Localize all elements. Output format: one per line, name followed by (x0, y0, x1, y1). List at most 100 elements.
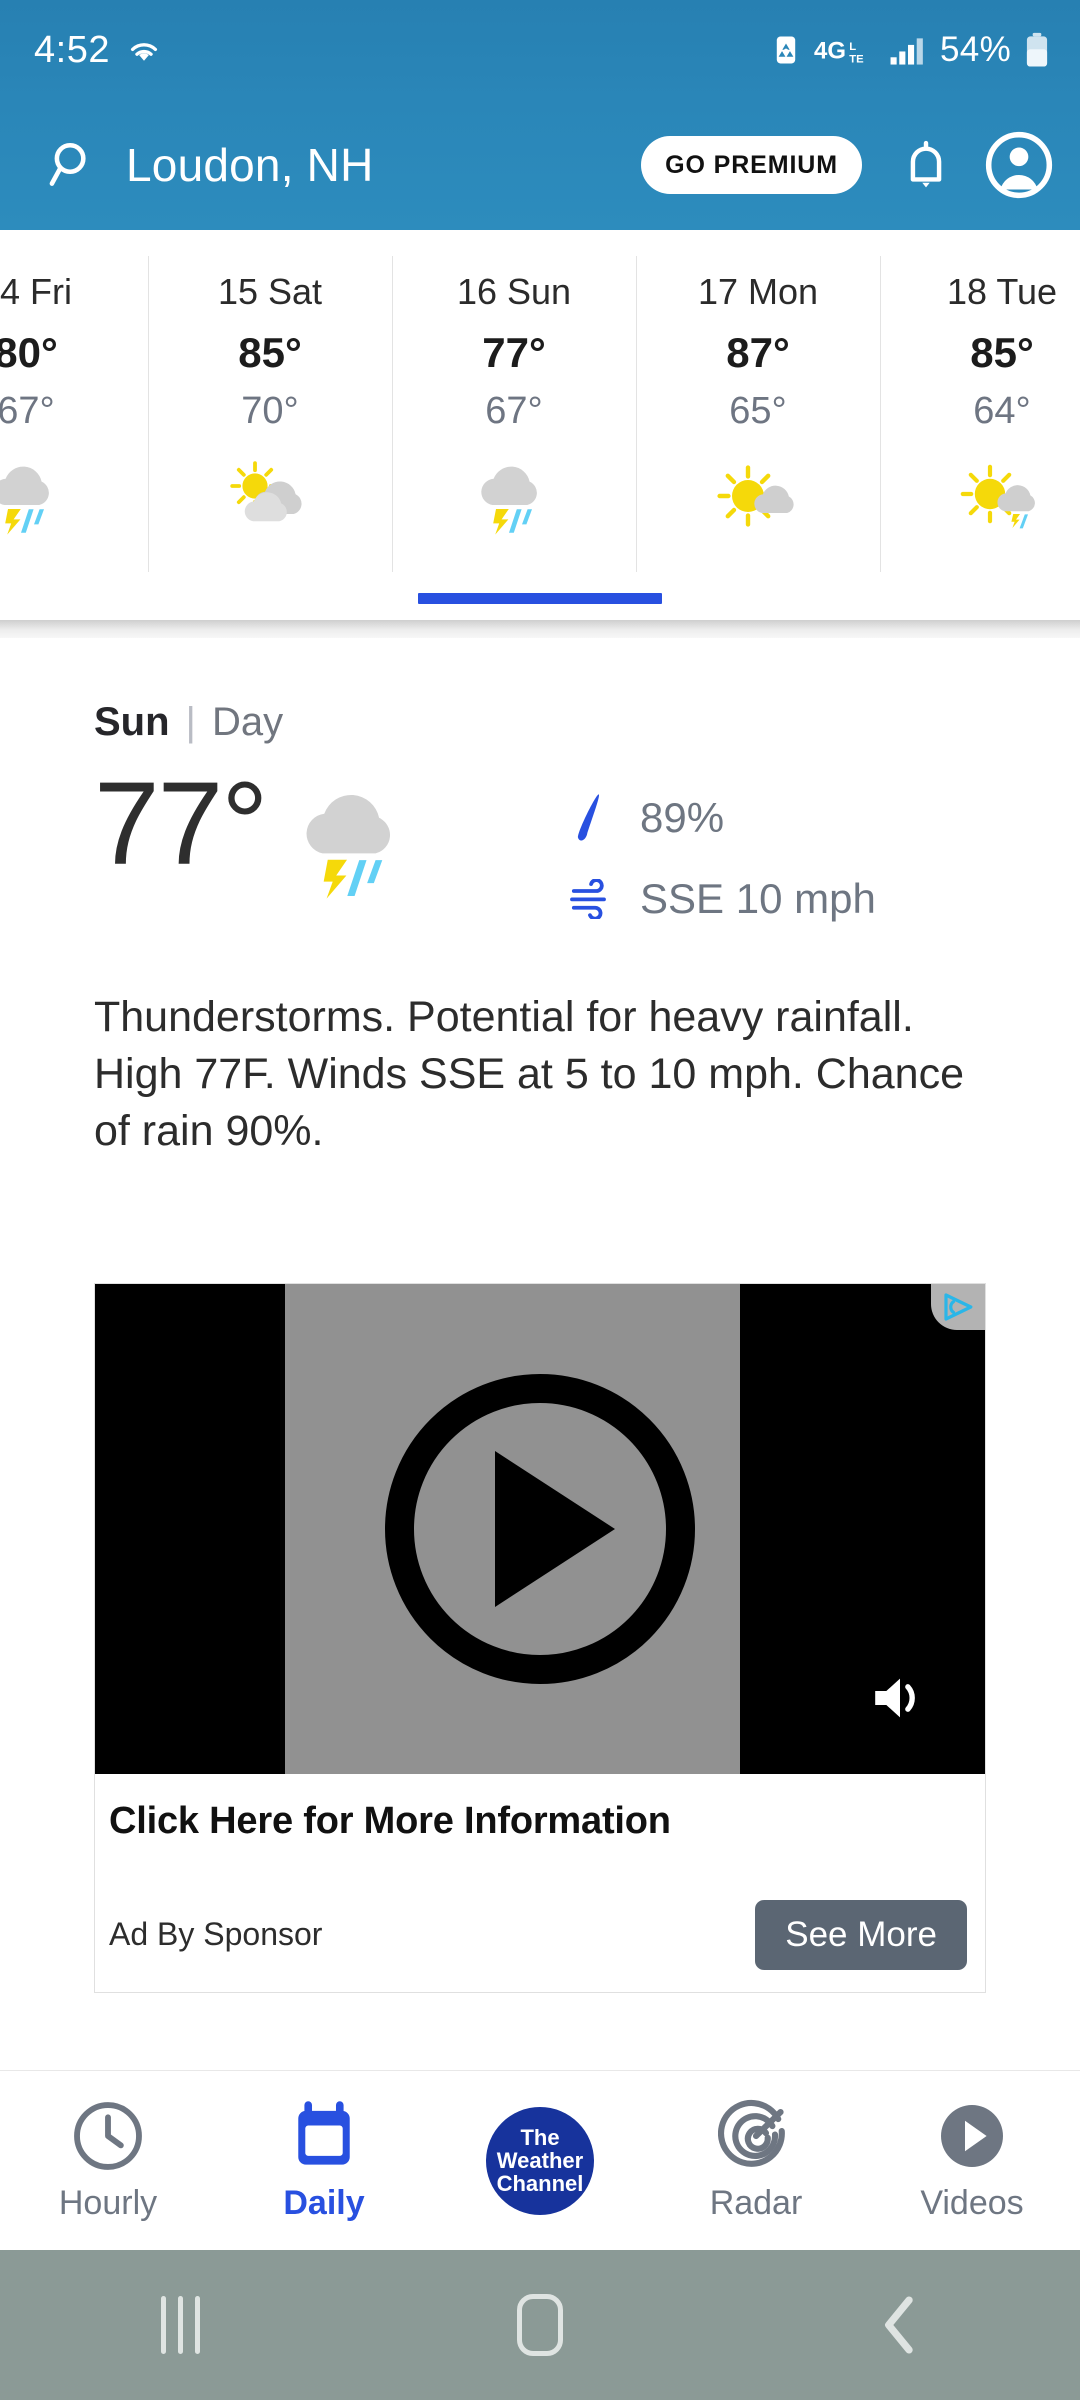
battery-icon (1026, 32, 1048, 67)
brand-line-2: Weather (496, 2147, 584, 2173)
ad-headline[interactable]: Click Here for More Information (95, 1800, 985, 1843)
daily-forecast-strip[interactable]: 14 Fri 80° 67° 15 Sat 85° 70° (0, 230, 1080, 620)
forecast-day-2[interactable]: 16 Sun 77° 67° (392, 230, 636, 620)
svg-text:4G: 4G (814, 37, 846, 64)
nav-item-videos[interactable]: Videos (864, 2071, 1080, 2250)
wind-icon (566, 879, 618, 919)
forecast-day-label: 18 Tue (946, 271, 1058, 312)
home-button[interactable] (450, 2250, 630, 2400)
nav-label-radar: Radar (709, 2184, 803, 2222)
forecast-high-temp: 85° (970, 329, 1034, 376)
nav-item-brand-home[interactable]: The Weather Channel (432, 2071, 648, 2250)
status-clock: 4:52 (34, 28, 110, 71)
forecast-day-1[interactable]: 15 Sat 85° 70° (148, 230, 392, 620)
brand-line-1: The (520, 2124, 560, 2150)
wind-stat: SSE 10 mph (566, 875, 986, 923)
detail-separator: | (185, 700, 196, 744)
wind-value: SSE 10 mph (640, 875, 876, 922)
search-icon[interactable] (48, 139, 100, 191)
raindrop-icon (566, 791, 618, 845)
nav-item-radar[interactable]: Radar (648, 2071, 864, 2250)
recents-icon (160, 2296, 200, 2354)
location-title[interactable]: Loudon, NH (126, 138, 374, 192)
network-type-icon: 4G L TE (814, 37, 864, 66)
detail-temperature: 77° (94, 758, 268, 890)
forecast-strip-shadow (0, 620, 1080, 638)
play-triangle-glyph (495, 1450, 615, 1607)
forecast-low-temp: 65° (729, 390, 787, 432)
brand-line-3: Channel (496, 2171, 584, 2197)
precipitation-stat: 89% (566, 791, 986, 845)
detail-day-heading: Sun | Day (94, 700, 986, 745)
play-button-icon[interactable] (385, 1373, 695, 1684)
android-status-bar: 4:52 4G L TE 54% (0, 0, 1080, 100)
recents-button[interactable] (90, 2250, 270, 2400)
account-avatar-icon[interactable] (984, 130, 1054, 200)
forecast-low-temp: 67° (0, 390, 55, 432)
svg-text:L: L (849, 41, 856, 53)
ad-sponsor-label: Ad By Sponsor (109, 1916, 323, 1953)
play-circle-icon (941, 2105, 1003, 2167)
speaker-volume-icon[interactable] (869, 1669, 931, 1732)
clock-icon (74, 2102, 142, 2170)
forecast-low-temp: 67° (485, 390, 543, 432)
radar-icon (718, 2099, 785, 2167)
partly-cloudy-icon (222, 452, 318, 538)
bell-icon[interactable] (898, 137, 954, 193)
advertisement-card[interactable]: Click Here for More Information Ad By Sp… (94, 1282, 986, 1993)
day-detail-section: Sun | Day 77° 89% SSE 10 mph Thunderstor… (0, 638, 1080, 1161)
android-navigation-bar[interactable] (0, 2250, 1080, 2400)
nav-label-videos: Videos (920, 2184, 1024, 2222)
nav-item-hourly[interactable]: Hourly (0, 2071, 216, 2250)
forecast-high-temp: 87° (726, 329, 790, 376)
app-header-bar: Loudon, NH GO PREMIUM (0, 100, 1080, 230)
ad-body: Click Here for More Information Ad By Sp… (95, 1774, 985, 1992)
home-icon (517, 2294, 563, 2356)
go-premium-button[interactable]: GO PREMIUM (641, 136, 862, 194)
forecast-day-4[interactable]: 18 Tue 85° 64° (880, 230, 1080, 620)
ad-video-player[interactable] (95, 1283, 985, 1774)
forecast-day-3[interactable]: 17 Mon 87° 65° (636, 230, 880, 620)
selected-day-indicator (418, 593, 662, 604)
see-more-label: See More (785, 1914, 937, 1954)
battery-saver-icon (776, 36, 796, 64)
forecast-low-temp: 70° (241, 390, 299, 432)
forecast-high-temp: 77° (482, 329, 546, 376)
forecast-day-label: 15 Sat (217, 271, 323, 312)
svg-text:TE: TE (849, 54, 864, 66)
detail-main-row: 77° 89% SSE 10 mph (94, 758, 986, 953)
bottom-navigation-bar[interactable]: Hourly Daily The Weather Channel Radar V… (0, 2070, 1080, 2250)
status-bar-left: 4:52 (34, 29, 162, 72)
thunderstorm-icon (466, 452, 562, 538)
adchoices-icon[interactable] (931, 1283, 985, 1330)
back-chevron-icon (885, 2296, 913, 2354)
nav-item-daily[interactable]: Daily (216, 2071, 432, 2250)
sun-cloud-storm-icon (954, 452, 1050, 538)
wifi-icon (130, 43, 158, 61)
status-bar-right: 4G L TE 54% (771, 30, 1050, 70)
back-button[interactable] (810, 2250, 990, 2400)
nav-label-hourly: Hourly (58, 2184, 158, 2222)
forecast-low-temp: 64° (973, 390, 1031, 432)
detail-description: Thunderstorms. Potential for heavy rainf… (94, 993, 965, 1156)
detail-stats-column: 89% SSE 10 mph (566, 767, 986, 953)
weather-channel-logo[interactable]: The Weather Channel (486, 2106, 594, 2215)
signal-bars-icon (890, 38, 923, 65)
forecast-high-temp: 85° (238, 329, 302, 376)
forecast-day-label: 14 Fri (0, 271, 73, 312)
forecast-day-label: 17 Mon (697, 271, 819, 312)
go-premium-label: GO PREMIUM (665, 150, 838, 179)
thunderstorm-icon (0, 452, 74, 538)
thunderstorm-icon (284, 781, 424, 908)
forecast-day-label: 16 Sun (456, 271, 572, 312)
battery-percent-label: 54% (940, 30, 1011, 69)
precipitation-value: 89% (640, 794, 725, 841)
sun-cloud-icon (710, 452, 806, 538)
forecast-day-0[interactable]: 14 Fri 80° 67° (0, 230, 148, 620)
forecast-high-temp: 80° (0, 329, 58, 376)
see-more-button[interactable]: See More (755, 1899, 967, 1970)
detail-day-name: Sun (94, 700, 170, 744)
calendar-icon (298, 2101, 350, 2165)
detail-period-name: Day (211, 700, 284, 744)
nav-label-daily: Daily (283, 2184, 365, 2222)
